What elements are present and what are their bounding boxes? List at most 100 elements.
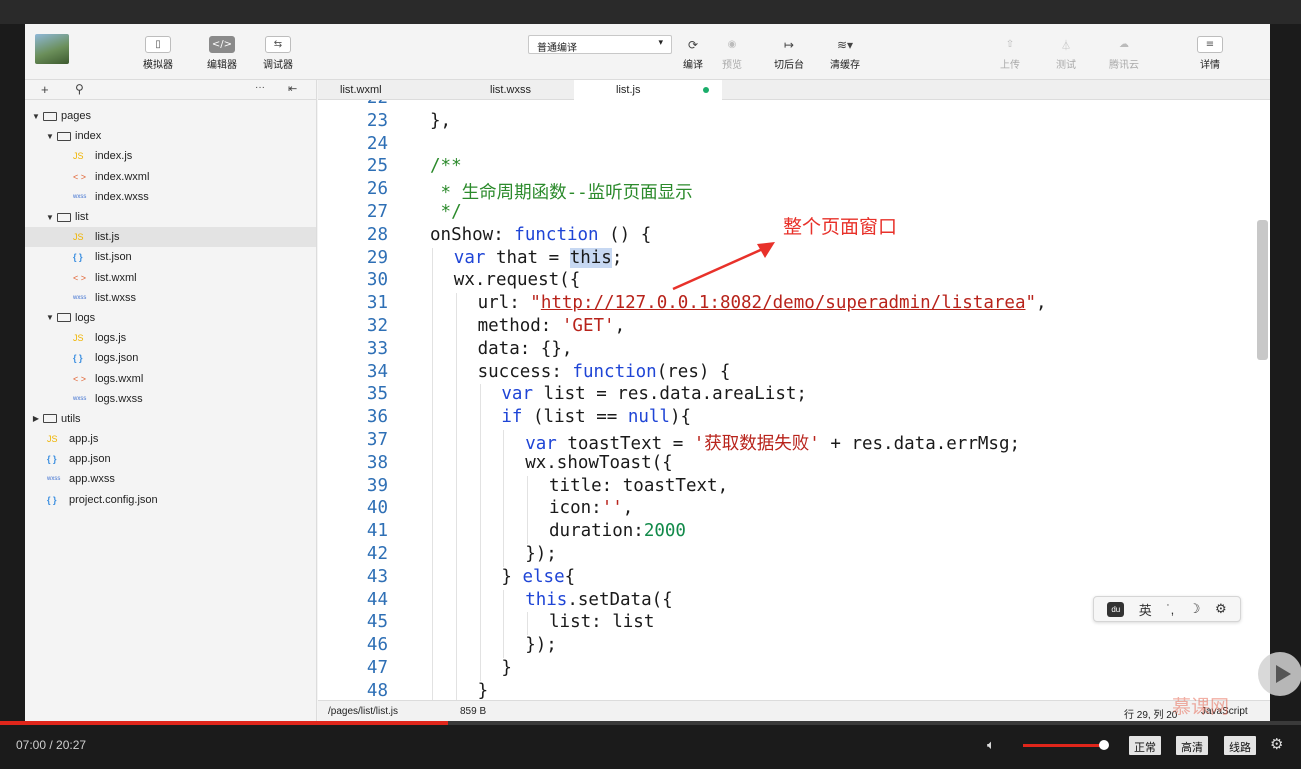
- route-button[interactable]: 线路: [1224, 736, 1256, 755]
- file-item[interactable]: { } app.json: [25, 449, 316, 469]
- line-number: 28: [366, 224, 388, 245]
- file-item[interactable]: { } logs.json: [25, 348, 316, 368]
- folder-item[interactable]: ▼ index: [25, 126, 316, 146]
- tab-list-wxml[interactable]: list.wxml: [318, 80, 436, 100]
- file-item[interactable]: JS logs.js: [25, 328, 316, 348]
- ime-toolbar[interactable]: du 英 ˙, ☽ ⚙: [1093, 596, 1241, 622]
- play-icon[interactable]: [1258, 652, 1301, 696]
- ime-language[interactable]: 英: [1139, 600, 1152, 619]
- chevron-down-icon[interactable]: ▼: [45, 313, 55, 322]
- collapse-panel-icon[interactable]: ⇤: [288, 82, 297, 95]
- chevron-down-icon[interactable]: ▼: [45, 132, 55, 141]
- file-item[interactable]: < > logs.wxml: [25, 368, 316, 388]
- gear-icon[interactable]: ⚙: [1270, 735, 1283, 753]
- file-item[interactable]: < > list.wxml: [25, 268, 316, 288]
- file-item[interactable]: wxss index.wxss: [25, 187, 316, 207]
- simulator-button[interactable]: ▯ 模拟器: [133, 36, 183, 71]
- tree-item-label: list.json: [95, 251, 132, 264]
- test-button[interactable]: ⏃ 测试: [1041, 36, 1091, 71]
- line-number: 36: [366, 407, 388, 428]
- file-explorer: + ⚲ ··· ⇤ ▼ pages ▼ index JS index.js < > index…: [25, 80, 317, 721]
- file-item[interactable]: wxss list.wxss: [25, 288, 316, 308]
- tree-item-label: app.json: [69, 453, 111, 466]
- code-line: 39 title: toastText,: [318, 475, 1270, 499]
- code-token: ;: [611, 247, 623, 268]
- chevron-down-icon[interactable]: ▼: [45, 213, 55, 222]
- code-text: method: 'GET',: [478, 316, 626, 336]
- volume-slider[interactable]: [1023, 744, 1103, 747]
- search-icon[interactable]: ⚲: [75, 82, 84, 96]
- chevron-right-icon[interactable]: ▶: [31, 414, 41, 423]
- code-token: wx.request({: [453, 270, 581, 291]
- wxml-file-icon: < >: [73, 171, 87, 182]
- file-item[interactable]: { } list.json: [25, 247, 316, 267]
- watermark: 慕课网: [1172, 696, 1230, 718]
- code-token: that =: [485, 247, 570, 268]
- indent-guide: [479, 498, 481, 522]
- file-item[interactable]: wxss app.wxss: [25, 469, 316, 489]
- eye-icon: ◉: [727, 39, 737, 50]
- indent-guide: [503, 430, 505, 453]
- ime-settings-icon[interactable]: ⚙: [1215, 601, 1227, 617]
- folder-item[interactable]: ▼ pages: [25, 106, 316, 126]
- file-item[interactable]: JS list.js: [25, 227, 316, 248]
- indent-guide: [503, 498, 505, 522]
- ime-punctuation-icon[interactable]: ˙,: [1166, 602, 1174, 617]
- code-token: 'GET': [561, 316, 615, 336]
- folder-item[interactable]: ▶ utils: [25, 409, 316, 429]
- code-line: 23},: [318, 111, 1270, 134]
- tree-item-label: utils: [61, 412, 81, 425]
- code-line: 40 icon:'',: [318, 498, 1270, 522]
- moon-icon[interactable]: ☽: [1189, 601, 1201, 617]
- folder-item[interactable]: ▼ logs: [25, 308, 316, 328]
- code-token: ,: [1036, 293, 1047, 314]
- annotation-arrow: [672, 242, 775, 291]
- cloud-button[interactable]: ☁ 腾讯云: [1099, 36, 1149, 71]
- code-line: 24: [318, 134, 1270, 157]
- indent-guide: [455, 384, 457, 408]
- editor-scrollbar[interactable]: [1257, 220, 1268, 360]
- code-line: 43} else{: [318, 566, 1270, 590]
- file-item[interactable]: JS index.js: [25, 146, 316, 166]
- code-token: if: [501, 407, 523, 428]
- file-item[interactable]: JS app.js: [25, 429, 316, 449]
- indent-guide: [455, 658, 457, 681]
- chevron-down-icon[interactable]: ▼: [31, 112, 41, 121]
- quality-normal-button[interactable]: 正常: [1129, 736, 1161, 755]
- preview-button[interactable]: ◉ 预览: [707, 36, 757, 71]
- background-label: 切后台: [774, 60, 804, 71]
- file-item[interactable]: < > index.wxml: [25, 167, 316, 187]
- debugger-button[interactable]: ⇆ 调试器: [253, 36, 303, 71]
- video-frame: ▯ 模拟器 </> 编辑器 ⇆ 调试器 普通编译 ▾ ⟳ 编译 ◉ 预览 ↦ 切…: [0, 0, 1301, 769]
- file-item[interactable]: { } project.config.json: [25, 490, 316, 510]
- more-icon[interactable]: ···: [255, 82, 265, 93]
- code-text: });: [525, 544, 557, 564]
- code-token: list = res.data.areaList;: [533, 384, 807, 405]
- code-text: wx.request({: [454, 270, 580, 290]
- quality-hd-button[interactable]: 高清: [1176, 736, 1208, 755]
- indent-guide: [455, 316, 457, 339]
- background-button[interactable]: ↦ 切后台: [764, 36, 814, 72]
- playback-time: 07:00 / 20:27: [16, 738, 87, 752]
- tab-list-js[interactable]: list.js: [574, 80, 722, 100]
- folder-item[interactable]: ▼ list: [25, 207, 316, 227]
- indent-guide: [479, 407, 481, 430]
- clear-cache-label: 清缓存: [830, 60, 860, 71]
- tab-list-wxss[interactable]: list.wxss: [438, 80, 564, 100]
- file-item[interactable]: wxss logs.wxss: [25, 389, 316, 409]
- upload-button[interactable]: ⇧ 上传: [985, 36, 1035, 71]
- indent-guide: [432, 384, 433, 408]
- volume-knob[interactable]: [1099, 740, 1109, 750]
- editor-button[interactable]: </> 编辑器: [197, 36, 247, 71]
- details-button[interactable]: ≡ 详情: [1185, 36, 1235, 71]
- code-token: * 生命周期函数--监听页面显示: [430, 183, 693, 204]
- wxss-file-icon: wxss: [73, 294, 87, 301]
- compile-mode-select[interactable]: 普通编译 ▾: [528, 35, 672, 54]
- indent-guide: [479, 612, 481, 636]
- volume-icon[interactable]: 🔈︎: [987, 737, 995, 753]
- add-file-icon[interactable]: +: [41, 82, 49, 97]
- user-avatar[interactable]: [35, 34, 69, 64]
- code-text: }: [478, 681, 489, 700]
- clear-cache-button[interactable]: ≋▾ 清缓存: [820, 36, 870, 72]
- devtools-window: ▯ 模拟器 </> 编辑器 ⇆ 调试器 普通编译 ▾ ⟳ 编译 ◉ 预览 ↦ 切…: [25, 24, 1270, 721]
